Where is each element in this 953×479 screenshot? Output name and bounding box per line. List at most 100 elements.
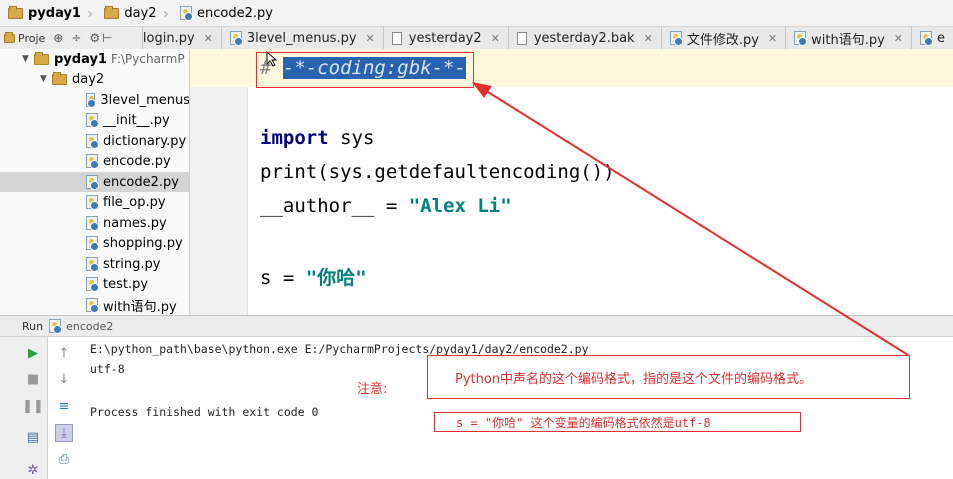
tab-label: yesterday2 [408,30,482,46]
annotation-note-variable-encoding: s = "你哈" 这个变量的编码格式依然是utf-8 [434,412,801,432]
annotation-label: 注意: [357,382,388,397]
code-line-print[interactable]: print(sys.getdefaultencoding()) [260,161,615,183]
python-file-icon [86,298,99,313]
project-panel-label[interactable]: Proje [18,32,45,45]
tab-label: e [937,30,945,46]
tab-yesterday2[interactable]: yesterday2 ✕ [383,27,509,49]
breadcrumb-file-label: encode2.py [196,5,273,21]
string-literal: "你哈" [305,267,367,289]
tree-file[interactable]: string.py [0,254,189,274]
python-file-icon [86,195,99,210]
tab-login[interactable]: login.py ✕ [142,27,222,49]
python-file-icon [86,154,99,169]
navigation-breadcrumb: pyday1 › day2 › encode2.py [0,0,953,27]
expand-arrow-icon[interactable]: ▼ [22,54,34,64]
python-file-icon [86,277,99,292]
close-icon[interactable]: ✕ [366,32,375,45]
tree-file[interactable]: names.py [0,213,189,233]
tab-3level-menus[interactable]: 3level_menus.py ✕ [221,27,384,49]
python-file-icon [179,6,193,21]
tab-file-modify[interactable]: 文件修改.py ✕ [661,27,787,49]
python-file-icon [86,134,99,149]
pause-icon[interactable]: ❚❚ [22,397,44,415]
run-title[interactable]: Run [22,320,43,333]
code-line-import[interactable]: import sys [260,127,374,149]
text-file-icon [516,31,527,45]
code-line-assign[interactable]: s = "你哈" [260,263,367,290]
print-icon[interactable]: ⎙ [55,450,73,468]
tree-file[interactable]: with语句.py [0,295,189,315]
soft-wrap-icon[interactable]: ≡ [55,397,73,415]
code-line-author[interactable]: __author__ = "Alex Li" [260,195,512,217]
tree-file-label: __init__.py [103,112,170,128]
tab-overflow[interactable]: e [912,27,953,49]
project-icon [4,31,15,43]
tree-file[interactable]: encode.py [0,151,189,171]
run-config-name: encode2 [66,319,114,333]
console-line: Process finished with exit code 0 [90,405,319,419]
run-toolbar: ▶ ↑ ■ ↓ ❚❚ ≡ ▤ ⤓ ⎙ ✲ [0,337,73,479]
hide-icon[interactable]: ⊢ [102,31,112,45]
tab-label: 3level_menus.py [246,30,357,46]
tree-file-label: names.py [103,215,167,231]
tab-yesterday2-bak[interactable]: yesterday2.bak ✕ [508,27,662,49]
close-icon[interactable]: ✕ [768,32,777,45]
tree-file[interactable]: dictionary.py [0,131,189,151]
tree-file[interactable]: file_op.py [0,192,189,212]
project-toolbar: Proje ⊕ ÷ ⚙ ⊢ [0,27,143,49]
tab-label: yesterday2.bak [533,30,635,46]
tree-file[interactable]: __init__.py [0,110,189,130]
tab-label: with语句.py [811,32,885,48]
python-file-icon [86,93,97,108]
tree-root-label: pyday1 [54,51,107,67]
rerun-icon[interactable]: ▶ [24,344,42,362]
editor-gutter [190,49,248,315]
folder-icon [104,5,120,19]
close-icon[interactable]: ✕ [644,32,653,45]
restore-layout-icon[interactable]: ▤ [24,428,42,446]
keyword-import: import [260,127,329,149]
breadcrumb-project[interactable]: pyday1 › [8,0,104,27]
tree-file-label: string.py [103,256,161,272]
tree-file-label: encode.py [103,153,171,169]
folder-icon [34,51,49,65]
stop-icon[interactable]: ■ [24,370,42,388]
run-panel-header: Run encode2 [0,315,953,337]
tree-file-label: dictionary.py [103,133,187,149]
python-file-icon [86,257,99,272]
chevron-right-icon: › [86,3,94,23]
python-file-icon [86,113,99,128]
target-icon[interactable]: ⊕ [53,31,63,45]
tree-root[interactable]: ▼ pyday1 F:\PycharmP [0,49,189,69]
close-icon[interactable]: ✕ [894,32,903,45]
tree-file[interactable]: test.py [0,274,189,294]
expand-arrow-icon[interactable]: ▼ [40,74,52,84]
settings-icon[interactable]: ✲ [24,461,42,479]
tree-file-selected[interactable]: encode2.py [0,172,189,192]
scroll-up-icon[interactable]: ↑ [55,344,73,362]
tree-folder-label: day2 [72,71,105,87]
close-icon[interactable]: ✕ [491,32,500,45]
tree-file[interactable]: 3level_menus [0,90,190,110]
chevron-right-icon: › [162,3,169,23]
python-file-icon [49,319,63,334]
tree-file-label: 3level_menus [100,92,190,108]
breadcrumb-folder[interactable]: day2 › [104,0,180,27]
collapse-icon[interactable]: ÷ [71,31,81,45]
tree-folder-day2[interactable]: ▼ day2 [0,69,189,89]
close-icon[interactable]: ✕ [204,32,213,45]
python-file-icon [86,236,99,251]
breadcrumb-folder-label: day2 [124,5,157,21]
tree-file[interactable]: shopping.py [0,233,189,253]
breadcrumb-project-label: pyday1 [28,5,81,21]
editor-tab-bar: Proje ⊕ ÷ ⚙ ⊢ login.py ✕ 3level_menus.py… [0,27,953,49]
code-text: print(sys.getdefaultencoding()) [260,161,615,183]
gear-icon[interactable]: ⚙ [89,31,100,45]
breadcrumb-file[interactable]: encode2.py [179,0,279,27]
tree-file-label: shopping.py [103,235,183,251]
tab-with-statement[interactable]: with语句.py ✕ [786,27,912,49]
code-text: s = [260,267,306,289]
scroll-to-end-icon[interactable]: ⤓ [55,424,73,442]
scroll-down-icon[interactable]: ↓ [55,370,73,388]
python-file-icon [229,31,243,46]
